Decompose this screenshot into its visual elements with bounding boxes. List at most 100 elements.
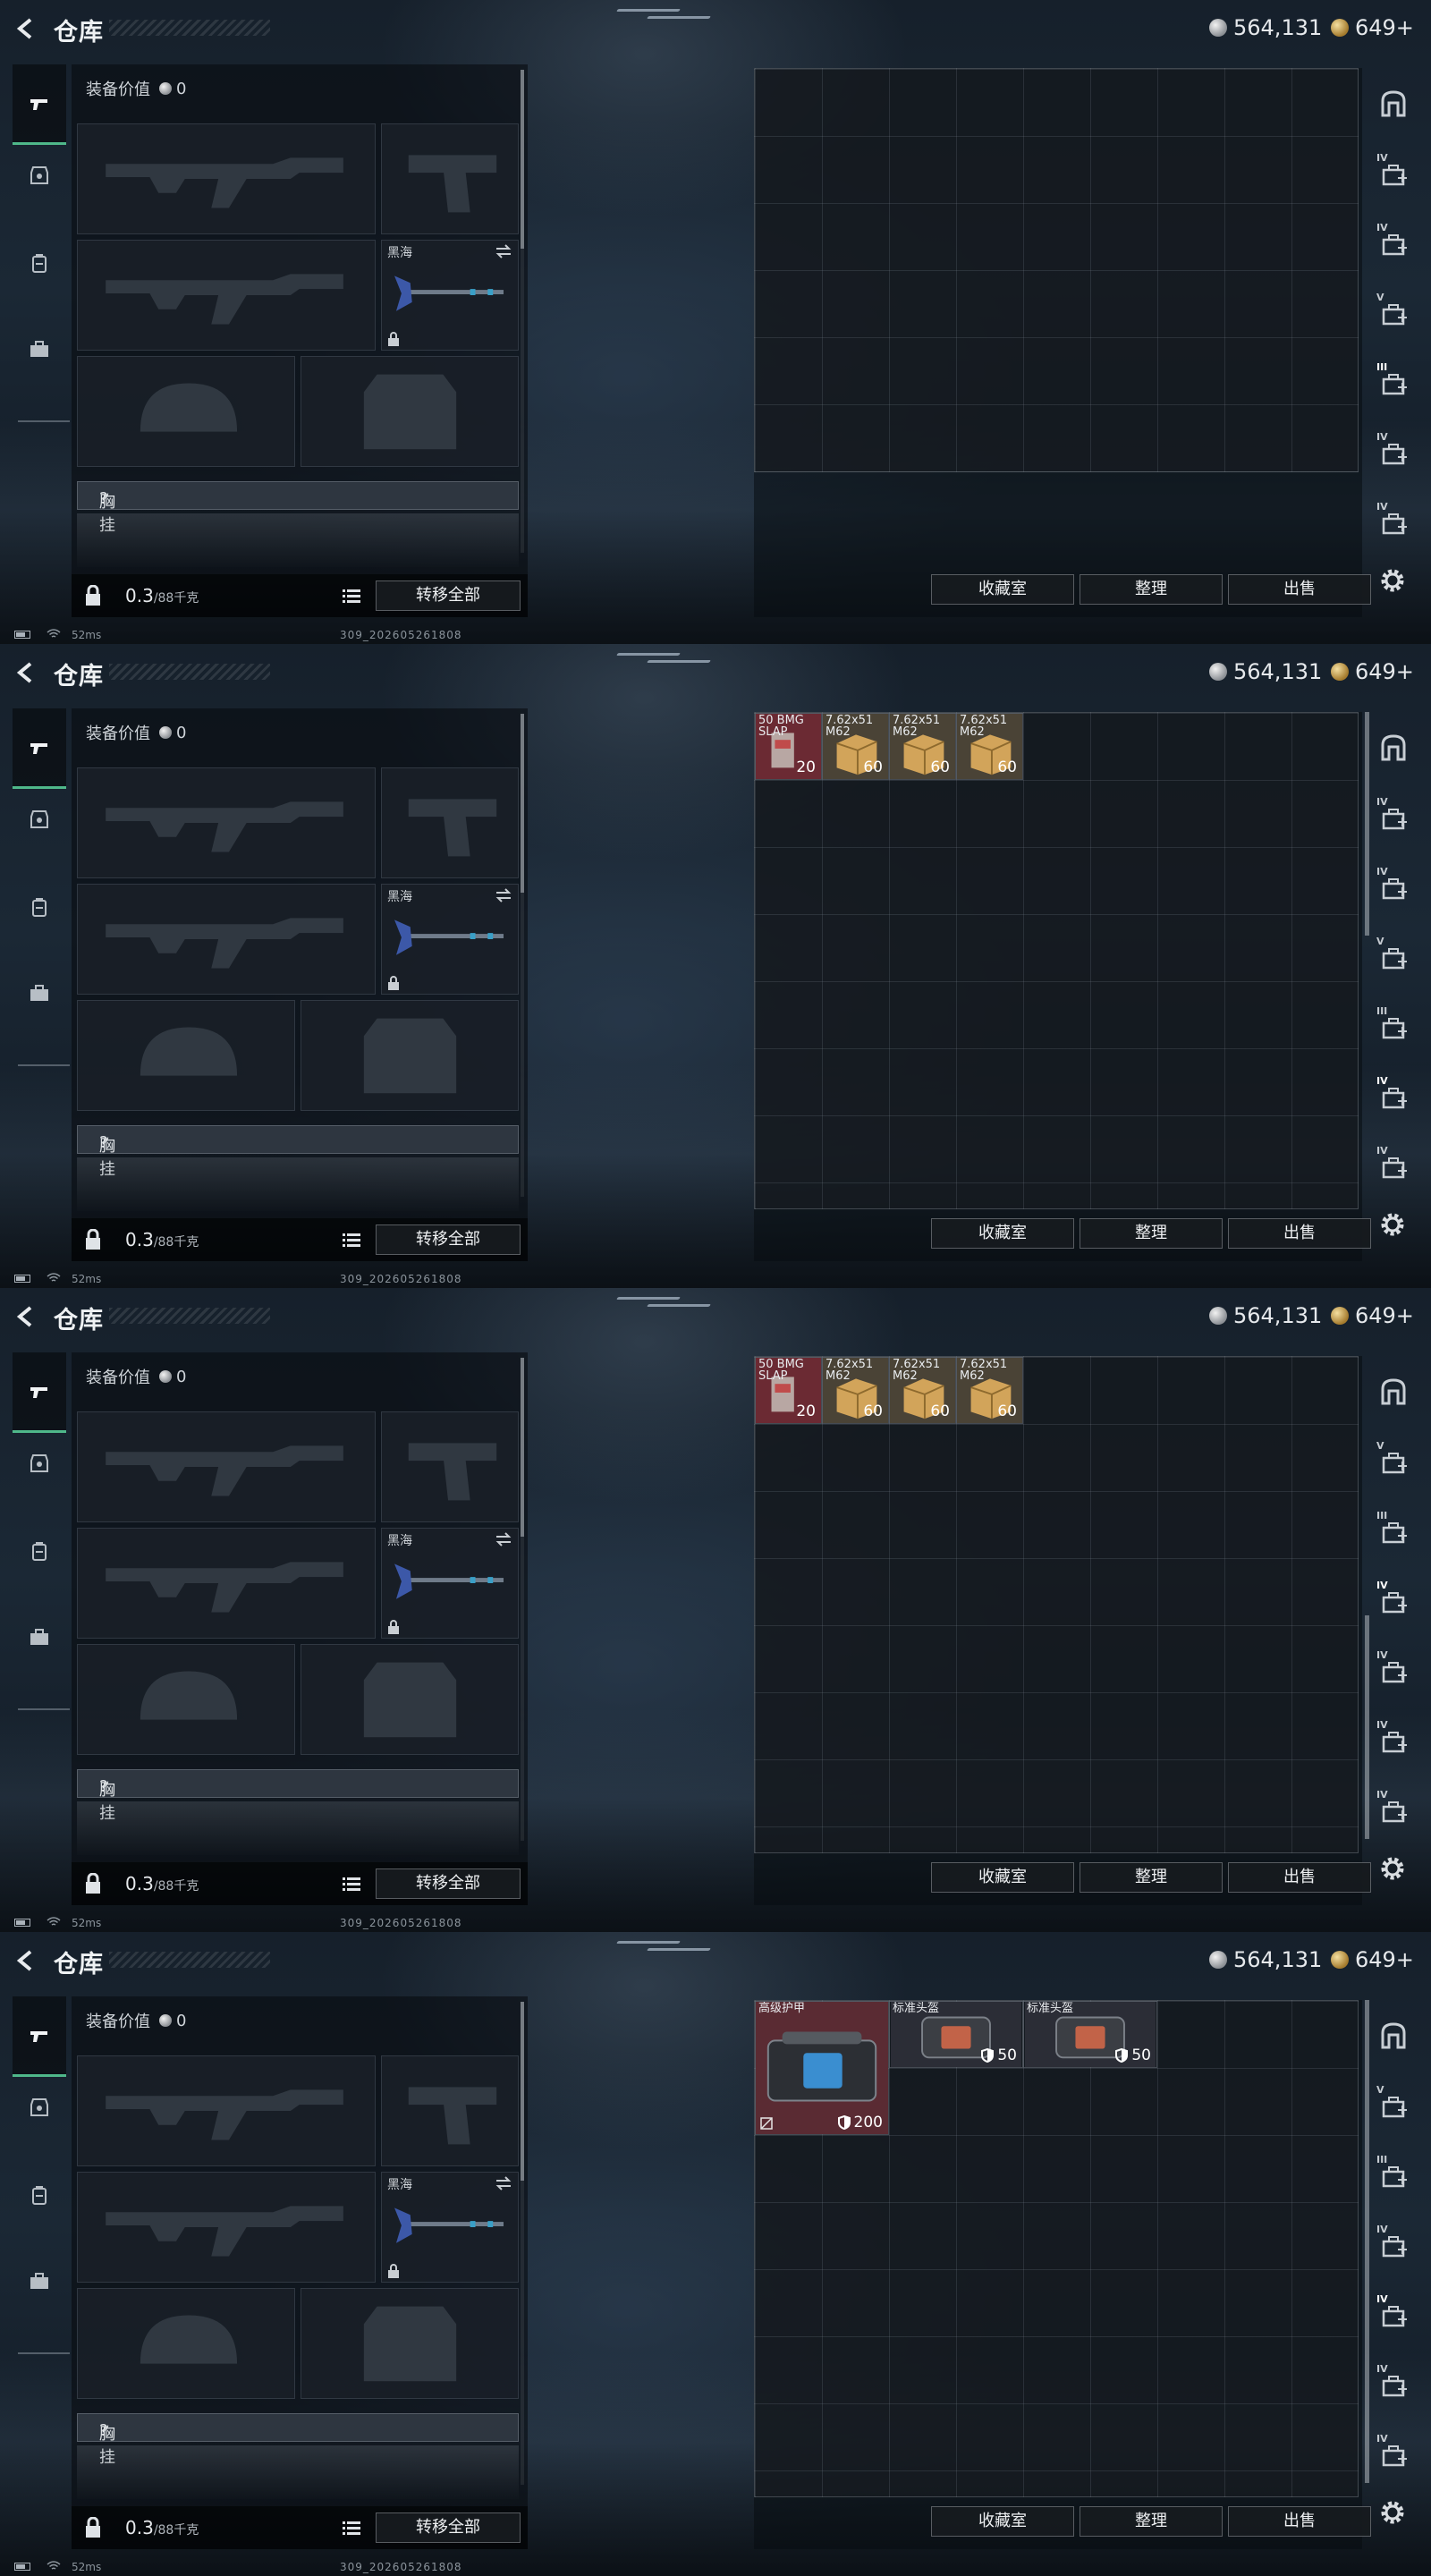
list-icon[interactable]: [342, 1231, 361, 1249]
secondary-weapon-slot[interactable]: [77, 1528, 376, 1639]
chest-rig-help[interactable]: ?: [99, 2421, 108, 2440]
gear-icon[interactable]: [1377, 1209, 1408, 1240]
nav-backpack[interactable]: [13, 886, 66, 928]
collection-room-button[interactable]: 收藏室: [931, 2506, 1074, 2537]
sort-button[interactable]: 整理: [1080, 2506, 1223, 2537]
storage-tab-3[interactable]: IV: [1373, 215, 1414, 272]
gold-currency[interactable]: 649+: [1331, 1947, 1414, 1972]
chest-rig-slot[interactable]: 胸挂 ?: [77, 1125, 519, 1179]
storage-tab-4[interactable]: V: [1373, 284, 1414, 342]
storage-item-m62b[interactable]: 7.62x51 M62 60: [889, 713, 956, 780]
storage-tab-5[interactable]: III: [1373, 998, 1414, 1055]
storage-tab-3[interactable]: IV: [1373, 859, 1414, 916]
primary-weapon-slot[interactable]: [77, 123, 376, 234]
melee-slot[interactable]: 黑海: [381, 1528, 519, 1639]
melee-slot[interactable]: 黑海: [381, 240, 519, 351]
equipment-scrollbar[interactable]: [521, 70, 524, 553]
gold-currency[interactable]: 649+: [1331, 1303, 1414, 1328]
nav-backpack[interactable]: [13, 1530, 66, 1572]
silver-currency[interactable]: 564,131: [1209, 659, 1322, 684]
primary-weapon-slot[interactable]: [77, 1411, 376, 1522]
storage-tab-2[interactable]: V: [1373, 2077, 1414, 2134]
storage-tab-4[interactable]: IV: [1373, 2216, 1414, 2274]
chest-rig-help[interactable]: ?: [99, 489, 108, 508]
gear-icon[interactable]: [1377, 2497, 1408, 2528]
transfer-all-button[interactable]: 转移全部: [376, 1224, 521, 1255]
back-arrow-icon[interactable]: [13, 659, 39, 686]
storage-tab-2[interactable]: V: [1373, 1433, 1414, 1490]
nav-armor[interactable]: [13, 798, 66, 841]
silver-currency[interactable]: 564,131: [1209, 1947, 1322, 1972]
storage-item-helmet1[interactable]: 标准头盔 50: [889, 2001, 1023, 2068]
nav-backpack[interactable]: [13, 2174, 66, 2216]
chest-rig-slot[interactable]: 胸挂 ?: [77, 1769, 519, 1823]
collection-room-button[interactable]: 收藏室: [931, 574, 1074, 605]
storage-grid[interactable]: 高级护甲 200 标准头盔 50 标准头盔 50: [754, 2000, 1359, 2497]
storage-tab-5[interactable]: III: [1373, 354, 1414, 411]
storage-tab-6[interactable]: IV: [1373, 424, 1414, 481]
storage-tab-7[interactable]: IV: [1373, 1138, 1414, 1195]
helmet-slot[interactable]: [77, 1644, 295, 1755]
sort-button[interactable]: 整理: [1080, 1862, 1223, 1893]
nav-case[interactable]: [13, 2259, 66, 2302]
melee-slot[interactable]: 黑海: [381, 2172, 519, 2283]
pistol-slot[interactable]: [381, 123, 519, 234]
storage-item-m62a[interactable]: 7.62x51 M62 60: [822, 713, 889, 780]
storage-item-bmg[interactable]: 50 BMG SLAP 20: [755, 713, 822, 780]
helmet-slot[interactable]: [77, 356, 295, 467]
pistol-slot[interactable]: [381, 1411, 519, 1522]
collection-room-button[interactable]: 收藏室: [931, 1218, 1074, 1249]
pistol-slot[interactable]: [381, 767, 519, 878]
storage-item-armor[interactable]: 高级护甲 200: [755, 2001, 889, 2135]
nav-case[interactable]: [13, 1615, 66, 1658]
collection-room-button[interactable]: 收藏室: [931, 1862, 1074, 1893]
secondary-weapon-slot[interactable]: [77, 884, 376, 995]
storage-tab-3[interactable]: III: [1373, 1503, 1414, 1560]
transfer-all-button[interactable]: 转移全部: [376, 580, 521, 611]
gold-currency[interactable]: 649+: [1331, 15, 1414, 40]
storage-tab-4[interactable]: V: [1373, 928, 1414, 986]
storage-tab-7[interactable]: IV: [1373, 1782, 1414, 1839]
sell-button[interactable]: 出售: [1228, 574, 1371, 605]
nav-weapons[interactable]: [13, 1996, 66, 2077]
list-icon[interactable]: [342, 1875, 361, 1893]
silver-currency[interactable]: 564,131: [1209, 15, 1322, 40]
back-arrow-icon[interactable]: [13, 15, 39, 42]
storage-tab-4[interactable]: IV: [1373, 1572, 1414, 1630]
storage-tab-1[interactable]: [1373, 719, 1414, 776]
nav-weapons[interactable]: [13, 64, 66, 145]
sell-button[interactable]: 出售: [1228, 1862, 1371, 1893]
storage-tab-5[interactable]: IV: [1373, 1642, 1414, 1699]
gear-icon[interactable]: [1377, 1853, 1408, 1884]
storage-tab-6[interactable]: IV: [1373, 1068, 1414, 1125]
back-arrow-icon[interactable]: [13, 1303, 39, 1330]
storage-item-helmet2[interactable]: 标准头盔 50: [1023, 2001, 1157, 2068]
nav-armor[interactable]: [13, 154, 66, 197]
nav-case[interactable]: [13, 971, 66, 1014]
storage-tab-1[interactable]: [1373, 75, 1414, 132]
storage-scrollbar[interactable]: [1365, 712, 1369, 936]
storage-tab-6[interactable]: IV: [1373, 1712, 1414, 1769]
nav-weapons[interactable]: [13, 1352, 66, 1433]
storage-grid[interactable]: 50 BMG SLAP 20 7.62x51 M62 60 7.62x51 M62 60 7…: [754, 712, 1359, 1209]
storage-grid[interactable]: [754, 68, 1359, 472]
storage-item-m62c[interactable]: 7.62x51 M62 60: [956, 1357, 1023, 1424]
storage-grid[interactable]: 50 BMG SLAP 20 7.62x51 M62 60 7.62x51 M62 60 7…: [754, 1356, 1359, 1853]
nav-weapons[interactable]: [13, 708, 66, 789]
nav-backpack[interactable]: [13, 242, 66, 284]
storage-tab-2[interactable]: IV: [1373, 145, 1414, 202]
transfer-all-button[interactable]: 转移全部: [376, 2512, 521, 2543]
equipment-scrollbar[interactable]: [521, 2002, 524, 2485]
storage-tab-3[interactable]: III: [1373, 2147, 1414, 2204]
helmet-slot[interactable]: [77, 1000, 295, 1111]
storage-tab-7[interactable]: IV: [1373, 494, 1414, 551]
storage-item-m62c[interactable]: 7.62x51 M62 60: [956, 713, 1023, 780]
body-armor-slot[interactable]: [301, 1000, 519, 1111]
nav-armor[interactable]: [13, 2086, 66, 2129]
chest-rig-slot[interactable]: 胸挂 ?: [77, 2413, 519, 2467]
nav-armor[interactable]: [13, 1442, 66, 1485]
chest-rig-help[interactable]: ?: [99, 1133, 108, 1152]
back-arrow-icon[interactable]: [13, 1947, 39, 1974]
body-armor-slot[interactable]: [301, 356, 519, 467]
nav-case[interactable]: [13, 327, 66, 370]
